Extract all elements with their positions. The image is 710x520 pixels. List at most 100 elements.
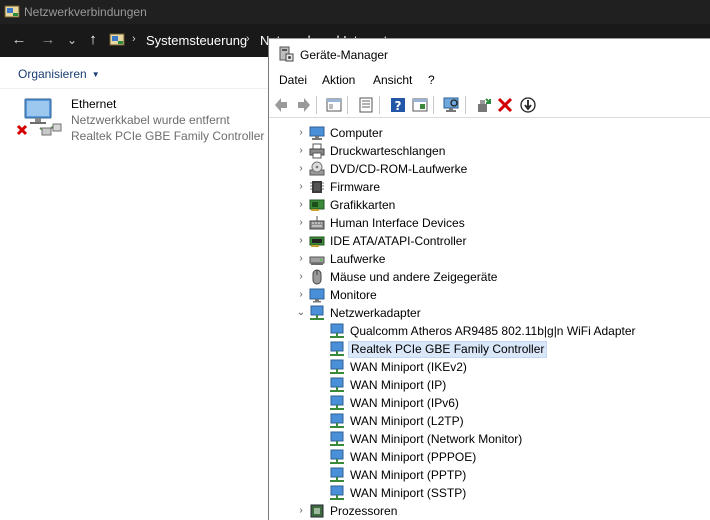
up-icon[interactable]: ↑ <box>84 31 102 49</box>
computer-icon <box>309 126 325 140</box>
tree-device-label: Realtek PCIe GBE Family Controller <box>348 341 548 358</box>
network-connections-title: Netzwerkverbindungen <box>24 5 147 19</box>
menu-bar: Datei Aktion Ansicht ? <box>269 70 710 90</box>
tree-category-label: Firmware <box>330 180 380 194</box>
tree-category-label: Human Interface Devices <box>330 216 465 230</box>
tree-category-label: Laufwerke <box>330 252 386 266</box>
chevron-down-icon: ▼ <box>91 70 100 79</box>
tree-category-label: Prozessoren <box>330 504 398 518</box>
monitor-icon <box>309 288 325 303</box>
update-driver-icon[interactable] <box>519 96 537 114</box>
tree-category-label: Netzwerkadapter <box>330 306 421 320</box>
chevron-right-icon[interactable]: › <box>295 253 307 265</box>
tree-device-label: WAN Miniport (Network Monitor) <box>350 432 523 446</box>
device-manager-app-icon <box>279 46 294 62</box>
chevron-right-icon[interactable]: › <box>295 145 307 157</box>
toolbar-separator <box>433 96 434 114</box>
menu-view[interactable]: Ansicht <box>373 73 412 87</box>
view-icon[interactable] <box>411 96 429 114</box>
ethernet-connection-item[interactable]: Ethernet Netzwerkkabel wurde entfernt Re… <box>16 94 286 150</box>
tree-device-label: WAN Miniport (PPPOE) <box>350 450 477 464</box>
network-adapter-icon <box>310 305 324 320</box>
organize-button[interactable]: Organisieren ▼ <box>18 67 100 81</box>
tree-device-label: WAN Miniport (IPv6) <box>350 396 459 410</box>
hid-icon <box>309 216 325 230</box>
ide-controller-icon <box>309 236 325 247</box>
breadcrumb-item[interactable]: Systemsteuerung <box>146 33 247 48</box>
network-connections-titlebar[interactable]: Netzwerkverbindungen <box>0 0 710 24</box>
network-adapter-icon <box>330 467 344 482</box>
chevron-down-icon[interactable]: ⌄ <box>295 307 307 319</box>
properties-icon[interactable] <box>357 96 375 114</box>
tree-category-label: Mäuse und andere Zeigegeräte <box>330 270 498 284</box>
tree-device-label: WAN Miniport (IP) <box>350 378 447 392</box>
device-manager-titlebar[interactable]: Geräte-Manager <box>269 39 710 70</box>
tree-device-label: WAN Miniport (PPTP) <box>350 468 467 482</box>
forward-icon[interactable]: → <box>39 31 57 49</box>
mouse-icon <box>312 269 322 285</box>
back-icon[interactable] <box>273 96 291 114</box>
organize-label: Organisieren <box>18 67 87 81</box>
disk-drive-icon <box>309 256 325 265</box>
toolbar-separator <box>347 96 348 114</box>
breadcrumb-separator-icon: › <box>132 33 136 45</box>
show-hide-console-tree-icon[interactable] <box>325 96 343 114</box>
chevron-right-icon[interactable]: › <box>295 163 307 175</box>
control-panel-icon <box>109 33 125 46</box>
toolbar: ? <box>269 92 710 118</box>
network-adapter-icon <box>330 485 344 500</box>
printer-icon <box>309 143 325 159</box>
network-adapter-icon <box>330 413 344 428</box>
help-icon[interactable]: ? <box>389 96 407 114</box>
device-tree: › Computer › Druckwarteschlangen › DVD/CD-ROM… <box>269 121 710 520</box>
tree-category-label: Grafikkarten <box>330 198 396 212</box>
menu-help[interactable]: ? <box>428 73 435 87</box>
display-adapter-icon <box>309 199 325 211</box>
tree-device-label: WAN Miniport (IKEv2) <box>350 360 467 374</box>
network-adapter-icon <box>330 449 344 464</box>
dvd-drive-icon <box>309 161 325 176</box>
tree-device-label: WAN Miniport (L2TP) <box>350 414 464 428</box>
tree-category-label: Druckwarteschlangen <box>330 144 446 158</box>
chevron-right-icon[interactable]: › <box>295 505 307 517</box>
chevron-right-icon[interactable]: › <box>295 235 307 247</box>
toolbar-separator <box>379 96 380 114</box>
connection-device: Realtek PCIe GBE Family Controller <box>71 129 265 143</box>
tree-device-label: Qualcomm Atheros AR9485 802.11b|g|n WiFi… <box>350 324 636 338</box>
firmware-icon <box>310 181 324 193</box>
svg-text:?: ? <box>395 99 402 113</box>
recent-locations-icon[interactable]: ⌄ <box>63 31 81 49</box>
menu-file[interactable]: Datei <box>279 73 307 87</box>
chevron-right-icon[interactable]: › <box>295 271 307 283</box>
breadcrumb-separator-icon: › <box>246 33 250 45</box>
processor-icon <box>310 504 324 518</box>
device-manager-window: Geräte-Manager Datei Aktion Ansicht ? ? … <box>268 38 710 520</box>
network-adapter-icon <box>330 377 344 392</box>
toolbar-separator <box>316 96 317 114</box>
ethernet-disconnected-icon <box>16 98 62 136</box>
menu-action[interactable]: Aktion <box>322 73 355 87</box>
scan-hardware-icon[interactable] <box>442 96 460 114</box>
chevron-right-icon[interactable]: › <box>295 127 307 139</box>
chevron-right-icon[interactable]: › <box>295 217 307 229</box>
forward-icon[interactable] <box>294 96 312 114</box>
network-adapter-icon <box>330 395 344 410</box>
chevron-right-icon[interactable]: › <box>295 289 307 301</box>
tree-category-label: IDE ATA/ATAPI-Controller <box>330 234 467 248</box>
network-connections-app-icon <box>4 5 20 18</box>
tree-device-label: WAN Miniport (SSTP) <box>350 486 467 500</box>
tree-category-label: Computer <box>330 126 383 140</box>
chevron-right-icon[interactable]: › <box>295 199 307 211</box>
tree-category-label: Monitore <box>330 288 377 302</box>
network-adapter-icon <box>330 359 344 374</box>
back-icon[interactable]: ← <box>10 31 28 49</box>
tree-category-label: DVD/CD-ROM-Laufwerke <box>330 162 468 176</box>
chevron-right-icon[interactable]: › <box>295 181 307 193</box>
network-adapter-icon <box>330 431 344 446</box>
connection-status: Netzwerkkabel wurde entfernt <box>71 113 230 127</box>
device-manager-title: Geräte-Manager <box>300 48 389 62</box>
uninstall-device-icon[interactable] <box>496 96 514 114</box>
network-adapter-icon <box>330 323 344 338</box>
connection-name: Ethernet <box>71 97 117 111</box>
enable-device-icon[interactable] <box>475 96 493 114</box>
